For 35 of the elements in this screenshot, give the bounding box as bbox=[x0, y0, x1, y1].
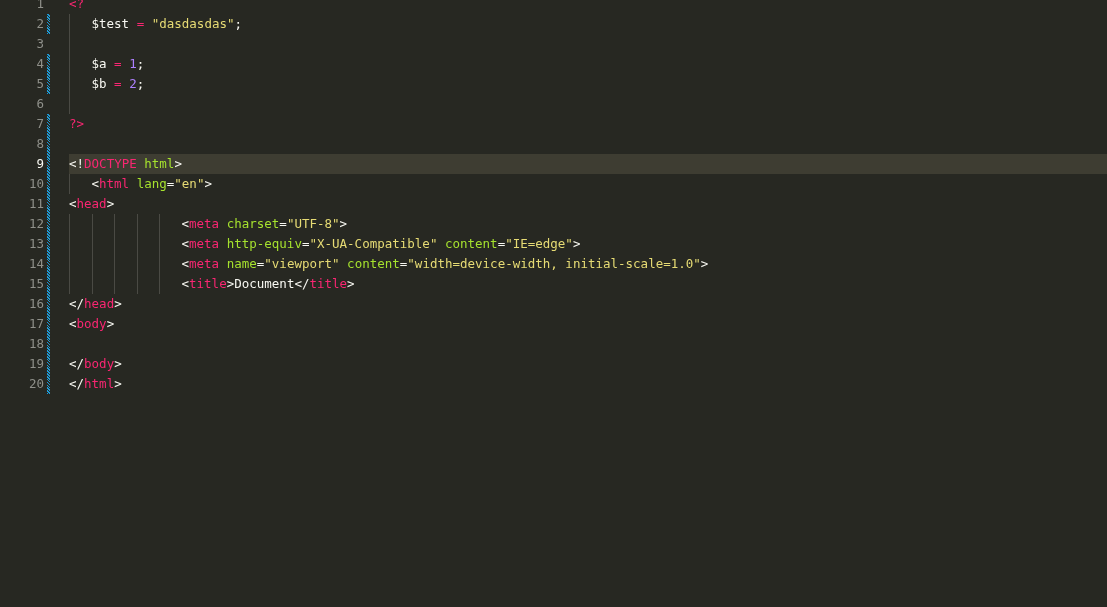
code-line: </head> bbox=[69, 295, 122, 313]
line-number: 16 bbox=[27, 295, 44, 313]
line-number: 12 bbox=[27, 215, 44, 233]
line-number: 10 bbox=[27, 175, 44, 193]
line-number: 17 bbox=[27, 315, 44, 333]
line-number: 6 bbox=[35, 95, 44, 113]
code-line: </html> bbox=[69, 375, 122, 393]
line-number: 13 bbox=[27, 235, 44, 253]
code-line: $b = 2; bbox=[91, 75, 145, 93]
line-number: 7 bbox=[35, 115, 44, 133]
line-number: 14 bbox=[27, 255, 44, 273]
line-number: 4 bbox=[35, 55, 44, 73]
code-line: </body> bbox=[69, 355, 122, 373]
code-line: <meta http-equiv="X-UA-Compatible" content="IE=edge"> bbox=[181, 235, 581, 253]
line-number: 11 bbox=[27, 195, 44, 213]
line-number: 18 bbox=[27, 335, 44, 353]
line-number: 2 bbox=[35, 15, 44, 33]
code-line: $a = 1; bbox=[91, 55, 145, 73]
line-number: 19 bbox=[27, 355, 44, 373]
line-number: 9 bbox=[35, 155, 44, 173]
line-number: 5 bbox=[35, 75, 44, 93]
code-line: <!DOCTYPE html> bbox=[69, 155, 182, 173]
code-line: <meta name="viewport" content="width=device-width, initial-scale=1.0"> bbox=[181, 255, 709, 273]
code-line: <head> bbox=[69, 195, 115, 213]
line-number: 3 bbox=[35, 35, 44, 53]
code-line: <html lang="en"> bbox=[91, 175, 212, 193]
code-line: <meta charset="UTF-8"> bbox=[181, 215, 348, 233]
line-number: 15 bbox=[27, 275, 44, 293]
change-marker bbox=[47, 14, 50, 34]
line-number: 8 bbox=[35, 135, 44, 153]
code-line: ?> bbox=[69, 115, 85, 133]
code-line: $test = "dasdasdas"; bbox=[91, 15, 243, 33]
code-line: <body> bbox=[69, 315, 115, 333]
code-line: <title>Document</title> bbox=[181, 275, 355, 293]
line-number: 20 bbox=[27, 375, 44, 393]
